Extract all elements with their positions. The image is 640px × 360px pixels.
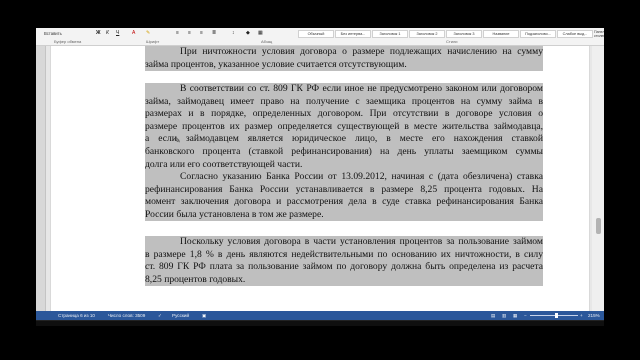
style-heading-1[interactable]: Заголовок 1 xyxy=(372,30,408,38)
text-line: Согласно указанию Банка России от 13.09.… xyxy=(145,171,543,184)
shading-icon[interactable]: ◆ xyxy=(246,30,250,37)
highlight-icon[interactable]: ✎ xyxy=(146,30,150,37)
proofing-icon[interactable]: ✓ xyxy=(158,311,162,320)
text-line: в размере 1,8 % в день являются недейств… xyxy=(145,248,543,262)
borders-icon[interactable]: ▦ xyxy=(258,30,263,37)
align-center-icon[interactable]: ≡ xyxy=(188,30,191,37)
text-line: При ничтожности условия договора о разме… xyxy=(145,46,543,59)
style-subtle-emphasis[interactable]: Слабое выд... xyxy=(557,30,593,38)
text-line: займа процентов, указанное условие счита… xyxy=(145,58,543,72)
text-line: а если займодавцем является юридическое … xyxy=(145,133,543,146)
zoom-level[interactable]: 215% xyxy=(588,311,600,320)
text-line: займа, займодавец имеет право на получен… xyxy=(145,95,543,109)
text-line: 8,25 процентов годовых. xyxy=(145,273,543,287)
read-mode-icon[interactable]: ▤ xyxy=(491,311,495,320)
word-count[interactable]: Число слов: 3509 xyxy=(108,311,145,320)
taskbar xyxy=(36,320,604,326)
font-color-icon[interactable]: A xyxy=(132,30,135,37)
language-indicator[interactable]: Русский xyxy=(172,311,189,320)
paragraph-4[interactable]: Поскольку условия договора в части устан… xyxy=(145,236,543,287)
paragraph-1[interactable]: При ничтожности условия договора о разме… xyxy=(145,46,543,72)
clipboard-group-label: Буфер обмена xyxy=(54,39,82,44)
style-heading-2[interactable]: Заголовок 2 xyxy=(409,30,445,38)
paragraph-mark-icon: ✎ xyxy=(174,136,181,145)
style-heading-3[interactable]: Заголовок 3 xyxy=(446,30,482,38)
paragraph-3[interactable]: Согласно указанию Банка России от 13.09.… xyxy=(145,171,543,222)
paste-button[interactable]: Вставить xyxy=(44,29,62,38)
status-bar: Страница 6 из 10 Число слов: 3509 ✓ Русс… xyxy=(36,311,604,320)
ribbon-group-labels: Буфер обмена Шрифт Абзац Стили xyxy=(36,39,604,45)
style-normal[interactable]: Обычный xyxy=(298,30,334,38)
ribbon: Вставить Ж К Ч A ✎ ≡ ≡ ≡ ≣ ↕ ◆ ▦ Обычный… xyxy=(36,28,604,46)
style-title[interactable]: Название xyxy=(483,30,519,38)
print-layout-icon[interactable]: ▥ xyxy=(502,311,506,320)
styles-group-label: Стили xyxy=(446,39,458,44)
macro-icon[interactable]: ▣ xyxy=(202,311,206,320)
zoom-out-icon[interactable]: − xyxy=(524,311,527,320)
line-spacing-icon[interactable]: ↕ xyxy=(232,30,235,37)
align-right-icon[interactable]: ≡ xyxy=(200,30,203,37)
text-line: момент заключения договора и рассмотрени… xyxy=(145,196,543,209)
zoom-slider[interactable] xyxy=(530,315,578,316)
style-subtitle[interactable]: Подзаголово... xyxy=(520,30,556,38)
scroll-thumb[interactable] xyxy=(596,218,601,234)
zoom-in-icon[interactable]: + xyxy=(580,311,583,320)
text-line: размере процентов их размер определяется… xyxy=(145,120,543,134)
vertical-ruler xyxy=(36,46,46,311)
italic-button[interactable]: К xyxy=(106,30,109,37)
zoom-slider-knob[interactable] xyxy=(555,313,559,318)
vertical-scrollbar[interactable] xyxy=(592,46,604,311)
text-line: размерах и в порядке, определенных догов… xyxy=(145,108,543,121)
text-line: ст. 809 ГК РФ плата за пользование займо… xyxy=(145,261,543,274)
text-line: рефинансирования Банка России устанавлив… xyxy=(145,183,543,197)
underline-button[interactable]: Ч xyxy=(116,30,119,37)
document-area: При ничтожности условия договора о разме… xyxy=(36,46,604,311)
web-layout-icon[interactable]: ▦ xyxy=(513,311,517,320)
align-left-icon[interactable]: ≡ xyxy=(176,30,179,37)
paragraph-group-label: Абзац xyxy=(261,39,273,44)
bold-button[interactable]: Ж xyxy=(96,30,101,37)
text-line: России была установлена в том же размере… xyxy=(145,208,543,222)
page-counter[interactable]: Страница 6 из 10 xyxy=(58,311,95,320)
document-page[interactable]: При ничтожности условия договора о разме… xyxy=(50,46,590,311)
font-group-label: Шрифт xyxy=(146,39,160,44)
styles-pane-button[interactable]: Панель стилей xyxy=(594,30,604,39)
text-line: банковского процента (ставкой рефинансир… xyxy=(145,145,543,159)
paragraph-2[interactable]: В соответствии со ст. 809 ГК РФ если ино… xyxy=(145,83,543,172)
text-line: В соответствии со ст. 809 ГК РФ если ино… xyxy=(145,83,543,96)
text-line: Поскольку условия договора в части устан… xyxy=(145,236,543,249)
ribbon-row: Вставить Ж К Ч A ✎ ≡ ≡ ≡ ≣ ↕ ◆ ▦ Обычный… xyxy=(36,29,604,38)
style-no-spacing[interactable]: Без интерва... xyxy=(335,30,371,38)
text-line: долга или его соответствующей части. xyxy=(145,158,543,172)
word-window: Вставить Ж К Ч A ✎ ≡ ≡ ≡ ≣ ↕ ◆ ▦ Обычный… xyxy=(36,28,604,320)
justify-icon[interactable]: ≣ xyxy=(212,30,216,37)
